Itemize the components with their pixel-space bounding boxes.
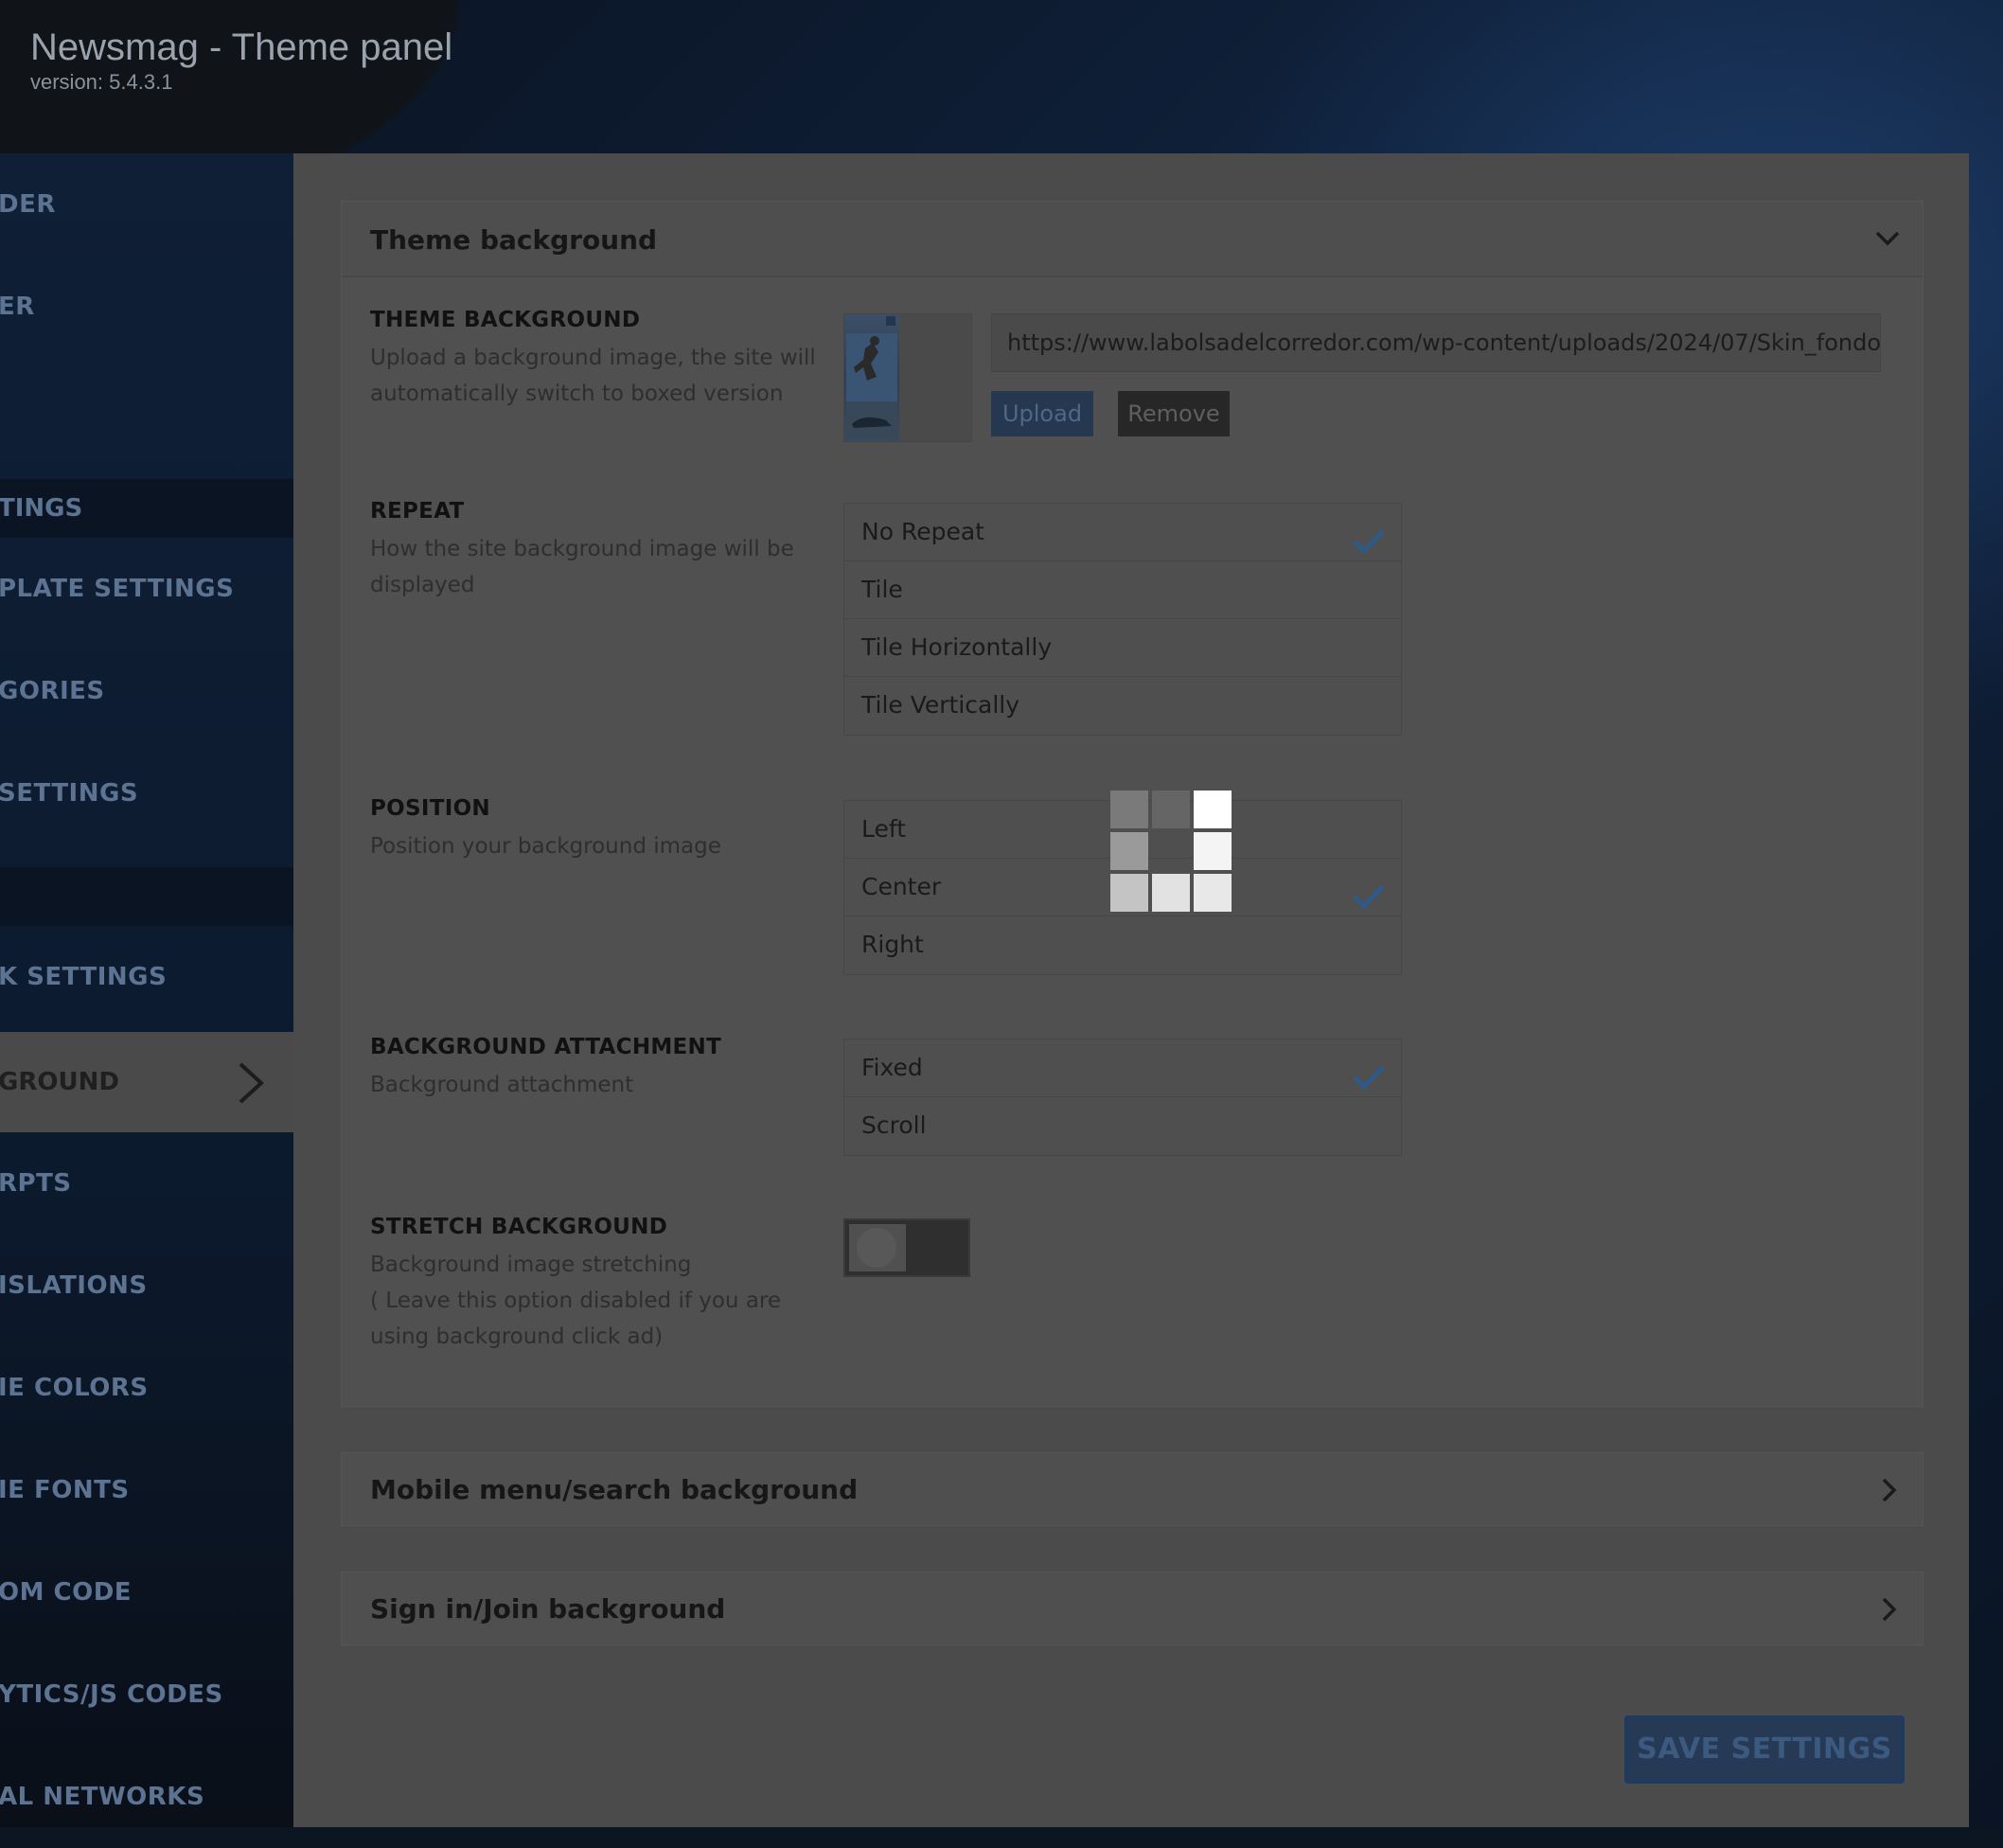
remove-button[interactable]: Remove bbox=[1118, 391, 1230, 436]
toggle-dot bbox=[857, 1228, 896, 1268]
attachment-title: BACKGROUND ATTACHMENT bbox=[370, 1035, 722, 1059]
sidebar-item-footer[interactable]: ER bbox=[0, 256, 293, 358]
sidebar-item-label: TINGS bbox=[0, 494, 83, 523]
repeat-option-tile-vertically[interactable]: Tile Vertically bbox=[844, 677, 1401, 735]
grid-cell bbox=[1194, 791, 1232, 828]
stretch-note: ( Leave this option disabled if you are … bbox=[370, 1288, 782, 1349]
theme-background-panel: Theme background THEME BACKGROUND Upload… bbox=[341, 201, 1923, 1407]
app-version: version: 5.4.3.1 bbox=[30, 70, 173, 94]
sidebar-item-translations[interactable]: ISLATIONS bbox=[0, 1235, 293, 1337]
background-thumbnail bbox=[843, 313, 972, 442]
sidebar-item-analytics-js-codes[interactable]: YTICS/JS CODES bbox=[0, 1644, 293, 1746]
sidebar-item-background[interactable]: GROUND bbox=[0, 1032, 293, 1132]
chevron-right-icon bbox=[1879, 1595, 1900, 1628]
sidebar-item-template-settings[interactable]: PLATE SETTINGS bbox=[0, 538, 293, 640]
option-label: Right bbox=[861, 931, 924, 958]
background-url-input[interactable]: https://www.labolsadelcorredor.com/wp-co… bbox=[991, 313, 1881, 372]
option-label: Tile Horizontally bbox=[861, 633, 1053, 661]
main-content: Theme background THEME BACKGROUND Upload… bbox=[293, 153, 1969, 1827]
theme-background-title: THEME BACKGROUND bbox=[370, 308, 641, 332]
sidebar-item-label: YTICS/JS CODES bbox=[0, 1680, 223, 1709]
sidebar-item-label: DER bbox=[0, 190, 56, 219]
sidebar-item-label: AL NETWORKS bbox=[0, 1783, 205, 1811]
option-label: Fixed bbox=[861, 1054, 923, 1081]
sidebar-item-label: ISLATIONS bbox=[0, 1271, 148, 1300]
theme-background-desc: Upload a background image, the site will… bbox=[370, 346, 816, 406]
sidebar-item-social-networks[interactable]: AL NETWORKS bbox=[0, 1746, 293, 1848]
sidebar-item-label: IE FONTS bbox=[0, 1476, 130, 1504]
sidebar-item-excerpts[interactable]: RPTS bbox=[0, 1132, 293, 1235]
toggle-knob bbox=[849, 1224, 906, 1271]
repeat-options: No Repeat Tile Tile Horizontally Tile Ve… bbox=[843, 503, 1402, 736]
grid-cell bbox=[1110, 832, 1148, 870]
app-title: Newsmag - Theme panel bbox=[30, 27, 453, 68]
repeat-desc: How the site background image will be di… bbox=[370, 537, 794, 597]
option-label: Scroll bbox=[861, 1111, 927, 1139]
stretch-desc: Background image stretching bbox=[370, 1253, 692, 1277]
sidebar-item-label: ER bbox=[0, 293, 35, 321]
sign-in-background-panel[interactable]: Sign in/Join background bbox=[341, 1572, 1923, 1645]
sidebar-item-label: K SETTINGS bbox=[0, 963, 168, 991]
attachment-option-fixed[interactable]: Fixed bbox=[844, 1040, 1401, 1097]
repeat-option-tile-horizontally[interactable]: Tile Horizontally bbox=[844, 619, 1401, 677]
sidebar-item-header[interactable]: DER bbox=[0, 153, 293, 256]
background-thumbnail-image bbox=[844, 314, 899, 441]
sidebar-item-block-settings[interactable]: K SETTINGS bbox=[0, 926, 293, 1028]
loading-grid-icon bbox=[1110, 791, 1233, 914]
stretch-toggle[interactable] bbox=[843, 1218, 970, 1277]
chevron-down-icon[interactable] bbox=[1873, 228, 1902, 254]
top-header: Newsmag - Theme panel version: 5.4.3.1 bbox=[0, 0, 1969, 153]
option-label: Center bbox=[861, 873, 942, 900]
sidebar-section-divider bbox=[0, 867, 293, 926]
grid-cell bbox=[1194, 832, 1232, 870]
attachment-desc: Background attachment bbox=[370, 1073, 634, 1097]
mobile-menu-background-panel[interactable]: Mobile menu/search background bbox=[341, 1452, 1923, 1526]
sidebar-item-custom-code[interactable]: OM CODE bbox=[0, 1541, 293, 1644]
sidebar-item-categories[interactable]: GORIES bbox=[0, 640, 293, 742]
sidebar-item-label: OM CODE bbox=[0, 1578, 133, 1607]
option-label: Tile Vertically bbox=[861, 691, 1020, 719]
option-label: No Repeat bbox=[861, 518, 984, 545]
grid-cell bbox=[1152, 791, 1190, 828]
chevron-right-icon bbox=[235, 1060, 267, 1112]
option-label: Left bbox=[861, 815, 907, 843]
position-desc: Position your background image bbox=[370, 834, 721, 859]
sidebar-item-theme-colors[interactable]: IE COLORS bbox=[0, 1337, 293, 1439]
option-label: Tile bbox=[861, 576, 903, 603]
grid-cell bbox=[1110, 791, 1148, 828]
sidebar-item-label: IE COLORS bbox=[0, 1374, 149, 1402]
chevron-right-icon bbox=[1879, 1476, 1900, 1509]
theme-background-panel-header[interactable]: Theme background bbox=[342, 202, 1923, 277]
sidebar-section-settings[interactable]: TINGS bbox=[0, 479, 293, 538]
grid-cell bbox=[1110, 874, 1148, 912]
sidebar-item-label: RPTS bbox=[0, 1169, 72, 1198]
panel-title: Theme background bbox=[370, 224, 658, 256]
sidebar-item-label: GROUND bbox=[0, 1068, 119, 1096]
repeat-option-tile[interactable]: Tile bbox=[844, 561, 1401, 619]
sidebar-item-theme-fonts[interactable]: IE FONTS bbox=[0, 1439, 293, 1541]
attachment-option-scroll[interactable]: Scroll bbox=[844, 1097, 1401, 1155]
sidebar: DER ER TINGS PLATE SETTINGS GORIES SETTI… bbox=[0, 153, 293, 1827]
save-settings-button[interactable]: SAVE SETTINGS bbox=[1624, 1715, 1905, 1784]
repeat-title: REPEAT bbox=[370, 499, 465, 524]
stretch-title: STRETCH BACKGROUND bbox=[370, 1215, 668, 1239]
attachment-options: Fixed Scroll bbox=[843, 1039, 1402, 1156]
position-title: POSITION bbox=[370, 796, 490, 821]
repeat-option-no-repeat[interactable]: No Repeat bbox=[844, 504, 1401, 561]
sidebar-item-settings[interactable]: SETTINGS bbox=[0, 742, 293, 844]
sidebar-item-label: GORIES bbox=[0, 677, 105, 705]
sidebar-item-label: SETTINGS bbox=[0, 779, 139, 808]
panel-title: Mobile menu/search background bbox=[370, 1474, 859, 1505]
upload-button[interactable]: Upload bbox=[991, 391, 1093, 436]
position-option-right[interactable]: Right bbox=[844, 916, 1401, 974]
grid-cell bbox=[1194, 874, 1232, 912]
grid-cell bbox=[1152, 874, 1190, 912]
sidebar-item-label: PLATE SETTINGS bbox=[0, 575, 235, 603]
panel-title: Sign in/Join background bbox=[370, 1593, 726, 1625]
